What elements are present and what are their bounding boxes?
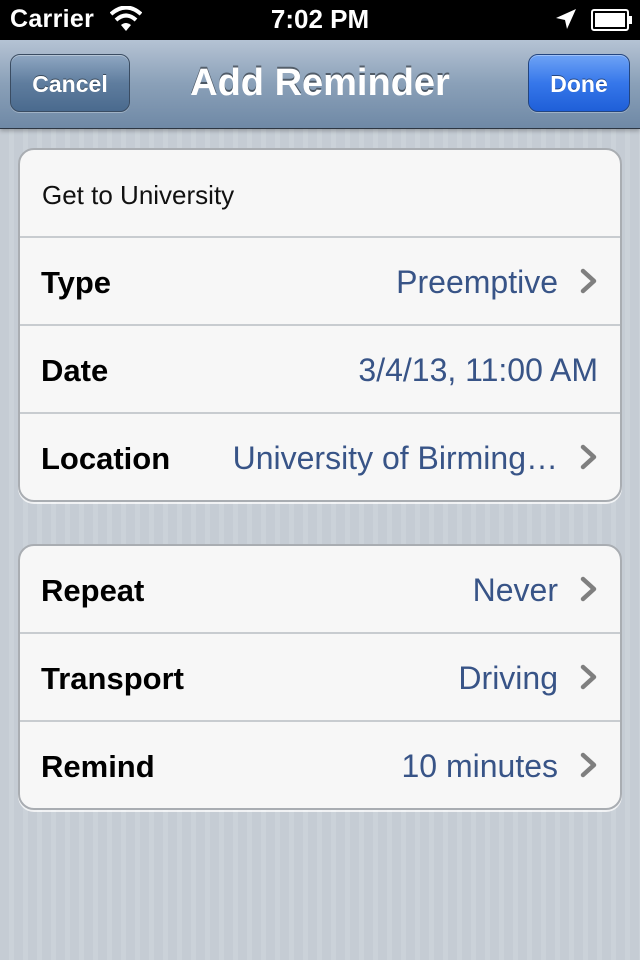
type-value: Preemptive (396, 264, 558, 300)
date-value: 3/4/13, 11:00 AM (358, 352, 598, 388)
remind-label: Remind (41, 749, 155, 784)
location-label: Location (41, 441, 171, 476)
repeat-value: Never (472, 572, 558, 608)
location-arrow-icon (556, 9, 576, 29)
type-cell[interactable]: Type Preemptive (20, 238, 620, 326)
reminder-title-field[interactable]: Get to University (42, 180, 234, 211)
cancel-button[interactable]: Cancel (10, 54, 130, 112)
done-button[interactable]: Done (528, 54, 630, 112)
battery-icon (591, 9, 632, 31)
chevron-right-icon (580, 444, 597, 470)
title-cell[interactable]: Get to University (20, 150, 620, 238)
location-value: University of Birming… (232, 440, 558, 476)
date-label: Date (41, 353, 109, 388)
repeat-label: Repeat (41, 573, 145, 608)
page-title: Add Reminder (190, 62, 450, 104)
transport-label: Transport (41, 661, 184, 696)
chevron-right-icon (580, 752, 597, 778)
navigation-bar: Cancel Add Reminder Done (0, 40, 640, 129)
status-time: 7:02 PM (270, 4, 370, 34)
status-bar: Carrier 7:02 PM (0, 0, 640, 40)
transport-cell[interactable]: Transport Driving (20, 634, 620, 722)
chevron-right-icon (580, 268, 597, 294)
repeat-cell[interactable]: Repeat Never (20, 546, 620, 634)
type-label: Type (41, 265, 112, 300)
transport-value: Driving (458, 660, 558, 696)
chevron-right-icon (580, 576, 597, 602)
reminder-options-group: Repeat Never Transport Driving Remind 10… (18, 544, 622, 810)
reminder-details-group: Get to University Type Preemptive Date 3… (18, 148, 622, 502)
location-cell[interactable]: Location University of Birming… (20, 414, 620, 500)
remind-value: 10 minutes (401, 748, 558, 784)
chevron-right-icon (580, 664, 597, 690)
date-cell[interactable]: Date 3/4/13, 11:00 AM (20, 326, 620, 414)
remind-cell[interactable]: Remind 10 minutes (20, 722, 620, 808)
